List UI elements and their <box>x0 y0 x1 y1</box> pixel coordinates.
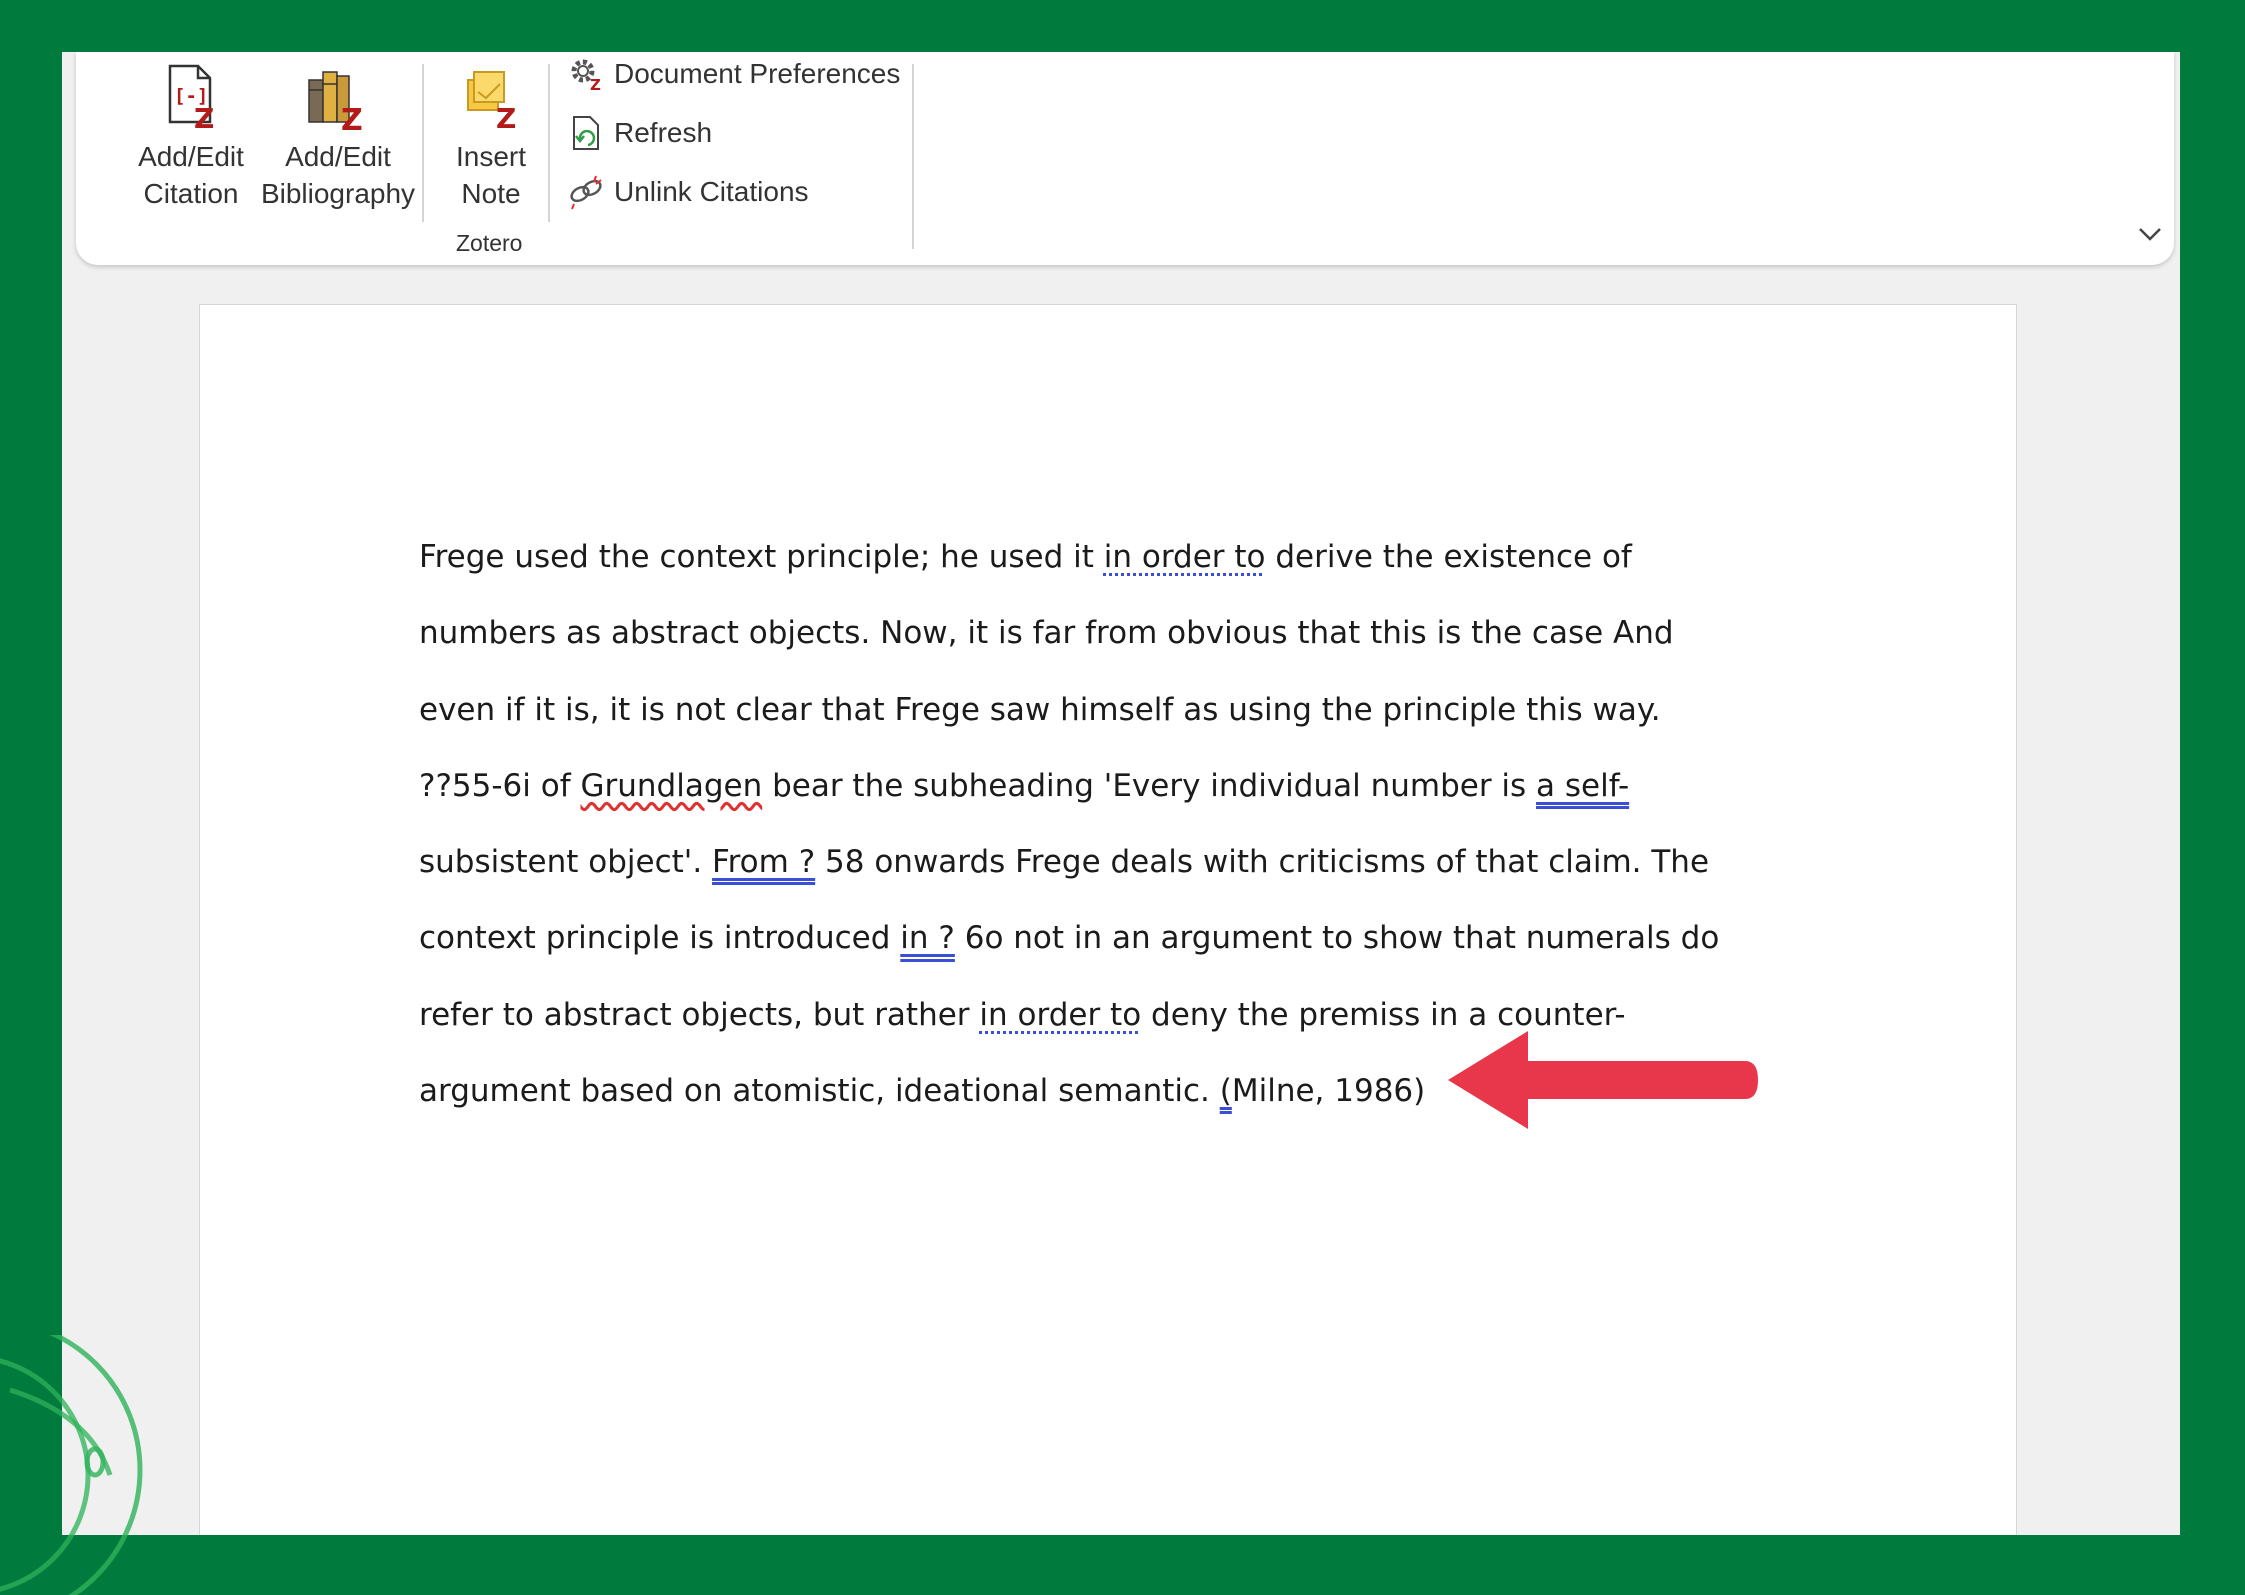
document-preferences-button[interactable]: Z Document Preferences <box>568 56 900 92</box>
svg-text:Z: Z <box>341 103 363 132</box>
text-line[interactable]: numbers as abstract objects. Now, it is … <box>419 595 1779 671</box>
text-run[interactable]: 6o not in an argument to show that numer… <box>955 920 1720 956</box>
insert-note-label-line2: Note <box>461 178 521 209</box>
text-run[interactable]: ??55-6i of <box>419 768 580 804</box>
ribbon: [-] Z Add/Edit Citation Z Add/Edit Bibli… <box>76 52 2174 265</box>
unlink-citations-button[interactable]: Unlink Citations <box>568 174 809 210</box>
zotero-group-label: Zotero <box>456 230 523 256</box>
text-run[interactable]: context principle is introduced <box>419 920 900 956</box>
add-edit-citation-button[interactable]: [-] Z Add/Edit Citation <box>116 62 266 262</box>
zotero-bibliography-icon: Z <box>303 62 373 132</box>
add-edit-bibliography-label-line1: Add/Edit <box>285 141 391 172</box>
svg-text:Z: Z <box>590 76 601 92</box>
svg-text:Z: Z <box>194 102 214 132</box>
text-line[interactable]: context principle is introduced in ? 6o … <box>419 900 1779 976</box>
document-preferences-label: Document Preferences <box>614 58 901 89</box>
unlink-citations-label: Unlink Citations <box>614 176 809 207</box>
citation-field[interactable]: in ? <box>900 920 955 956</box>
add-edit-bibliography-label-line2: Bibliography <box>260 178 416 209</box>
grammar-suggestion[interactable]: in order to <box>979 997 1141 1033</box>
refresh-button[interactable]: Refresh <box>568 115 712 151</box>
document-page[interactable]: Frege used the context principle; he use… <box>199 304 2017 1535</box>
text-run[interactable]: Milne, 1986) <box>1232 1073 1425 1109</box>
citation-field[interactable]: a self- <box>1536 768 1629 804</box>
text-run[interactable]: even if it is, it is not clear that Freg… <box>419 692 1661 728</box>
ribbon-separator <box>422 64 424 222</box>
add-edit-citation-label-line2: Citation <box>143 178 239 209</box>
text-run[interactable]: bear the subheading 'Every individual nu… <box>762 768 1536 804</box>
citation-field[interactable]: From ? <box>712 844 815 880</box>
text-line[interactable]: subsistent object'. From ? 58 onwards Fr… <box>419 824 1779 900</box>
text-run[interactable]: derive the existence of <box>1266 539 1631 575</box>
unlink-icon <box>568 174 604 210</box>
chevron-down-icon[interactable] <box>2136 222 2164 246</box>
text-run[interactable]: refer to abstract objects, but rather <box>419 997 979 1033</box>
text-line[interactable]: even if it is, it is not clear that Freg… <box>419 672 1779 748</box>
text-run[interactable]: numbers as abstract objects. Now, it is … <box>419 615 1674 651</box>
ribbon-separator <box>912 64 914 249</box>
decorative-logo-circle <box>0 1335 143 1595</box>
add-edit-citation-label-line1: Add/Edit <box>138 141 244 172</box>
text-line[interactable]: Frege used the context principle; he use… <box>419 519 1779 595</box>
text-run[interactable]: Frege used the context principle; he use… <box>419 539 1104 575</box>
add-edit-bibliography-button[interactable]: Z Add/Edit Bibliography <box>248 62 428 262</box>
zotero-citation-icon: [-] Z <box>156 62 226 132</box>
ribbon-separator <box>548 64 550 222</box>
text-line[interactable]: ??55-6i of Grundlagen bear the subheadin… <box>419 748 1779 824</box>
text-run[interactable]: subsistent object'. <box>419 844 712 880</box>
red-arrow-annotation <box>1448 1031 1758 1129</box>
text-run[interactable]: argument based on atomistic, ideational … <box>419 1073 1220 1109</box>
grammar-suggestion[interactable]: in order to <box>1104 539 1266 575</box>
text-run[interactable]: 58 onwards Frege deals with criticisms o… <box>815 844 1709 880</box>
insert-note-label-line1: Insert <box>455 141 527 172</box>
word-window: [-] Z Add/Edit Citation Z Add/Edit Bibli… <box>62 52 2180 1535</box>
citation-field[interactable]: ( <box>1220 1073 1232 1109</box>
gear-icon: Z <box>568 56 604 92</box>
zotero-note-icon: Z <box>456 62 526 132</box>
spelling-flag[interactable]: Grundlagen <box>580 768 762 804</box>
svg-text:Z: Z <box>496 102 516 132</box>
refresh-label: Refresh <box>614 117 713 148</box>
refresh-document-icon <box>568 115 604 151</box>
